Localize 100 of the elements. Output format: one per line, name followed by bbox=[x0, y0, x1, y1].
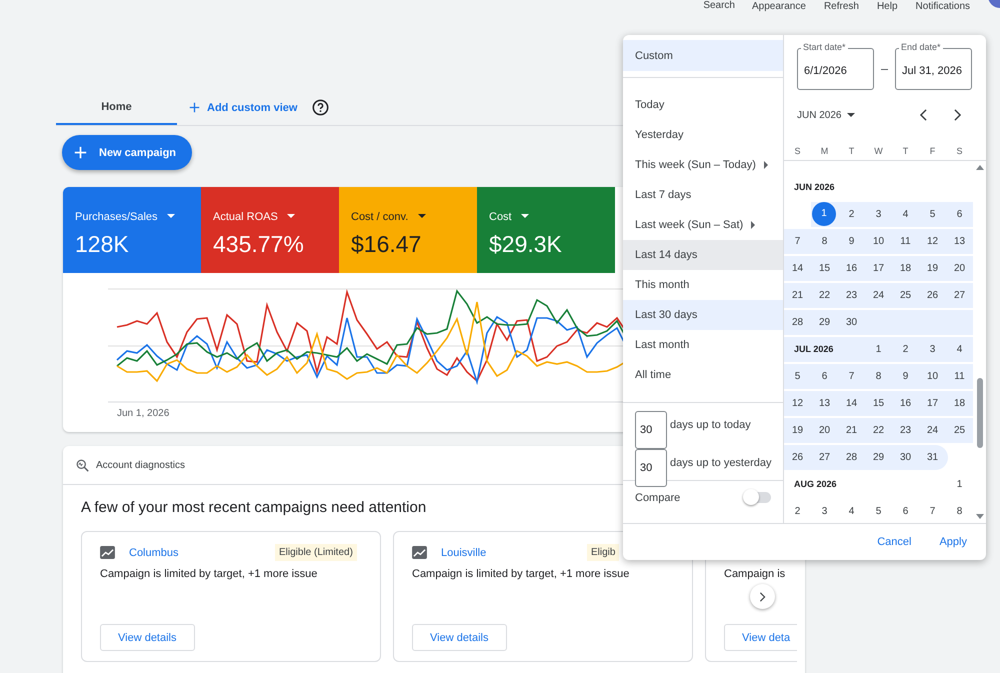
calendar-day[interactable]: 4 bbox=[946, 337, 973, 362]
calendar-day[interactable]: 30 bbox=[892, 445, 919, 470]
scroll-up-icon[interactable] bbox=[976, 165, 984, 170]
calendar-day[interactable]: 18 bbox=[892, 256, 919, 281]
calendar-day[interactable]: 20 bbox=[946, 256, 973, 281]
calendar-day[interactable]: 17 bbox=[865, 256, 892, 281]
calendar-day[interactable]: 12 bbox=[784, 391, 811, 416]
calendar-day[interactable]: 19 bbox=[784, 418, 811, 443]
calendar-day[interactable]: 1 bbox=[865, 337, 892, 362]
calendar-day[interactable]: 22 bbox=[865, 418, 892, 443]
calendar-day[interactable]: 29 bbox=[865, 445, 892, 470]
calendar-day[interactable]: 1 bbox=[946, 472, 973, 497]
calendar-day[interactable]: 27 bbox=[811, 445, 838, 470]
calendar-day[interactable]: 3 bbox=[919, 337, 946, 362]
calendar-day[interactable]: 27 bbox=[946, 283, 973, 308]
apply-button[interactable]: Apply bbox=[939, 536, 967, 548]
top-menu-item[interactable]: Help bbox=[876, 1, 898, 13]
month-dropdown[interactable]: JUN 2026 bbox=[797, 110, 856, 120]
calendar-day[interactable]: 23 bbox=[838, 283, 865, 308]
calendar-day[interactable]: 21 bbox=[784, 283, 811, 308]
calendar-day[interactable]: 10 bbox=[919, 364, 946, 389]
calendar-day[interactable]: 10 bbox=[865, 229, 892, 254]
preset-option[interactable]: This week (Sun – Today) bbox=[623, 150, 783, 180]
calendar-day[interactable]: 7 bbox=[919, 499, 946, 523]
calendar-day[interactable]: 14 bbox=[838, 391, 865, 416]
calendar-day[interactable]: 13 bbox=[946, 229, 973, 254]
calendar-day[interactable]: 25 bbox=[892, 283, 919, 308]
campaign-link[interactable]: Columbus bbox=[129, 546, 275, 558]
preset-option[interactable]: Last 30 days bbox=[623, 300, 783, 330]
calendar-day[interactable]: 29 bbox=[811, 310, 838, 335]
top-menu-item[interactable]: Notifications bbox=[916, 1, 970, 13]
view-details-button[interactable]: View deta bbox=[724, 624, 797, 651]
metric-tile[interactable]: Purchases/Sales 128K bbox=[63, 187, 201, 273]
calendar-day[interactable]: 2 bbox=[784, 499, 811, 523]
chevron-right-icon[interactable] bbox=[953, 109, 962, 121]
calendar-day[interactable]: 18 bbox=[946, 391, 973, 416]
calendar-day[interactable]: 6 bbox=[946, 202, 973, 227]
scroll-down-icon[interactable] bbox=[976, 514, 984, 519]
calendar-day[interactable]: 19 bbox=[919, 256, 946, 281]
calendar-day[interactable]: 5 bbox=[784, 364, 811, 389]
calendar-day[interactable]: 21 bbox=[838, 418, 865, 443]
calendar-day[interactable]: 23 bbox=[892, 418, 919, 443]
tab[interactable]: Home bbox=[56, 90, 177, 125]
calendar-day[interactable]: 13 bbox=[811, 391, 838, 416]
calendar-day[interactable]: 8 bbox=[811, 229, 838, 254]
calendar-day[interactable]: 14 bbox=[784, 256, 811, 281]
calendar-day[interactable]: 4 bbox=[892, 202, 919, 227]
calendar-day[interactable]: 16 bbox=[838, 256, 865, 281]
cancel-button[interactable]: Cancel bbox=[877, 536, 912, 548]
calendar-day[interactable]: 24 bbox=[919, 418, 946, 443]
add-view-link[interactable]: Add custom view bbox=[189, 102, 298, 114]
calendar-day[interactable]: 26 bbox=[919, 283, 946, 308]
calendar-day[interactable]: 31 bbox=[919, 445, 946, 470]
calendar-day[interactable]: 28 bbox=[838, 445, 865, 470]
preset-option[interactable]: Last 7 days bbox=[623, 180, 783, 210]
top-menu-item[interactable]: Refresh bbox=[824, 1, 859, 13]
calendar-day[interactable]: 30 bbox=[838, 310, 865, 335]
calendar-day[interactable]: 20 bbox=[811, 418, 838, 443]
calendar-day[interactable]: 5 bbox=[865, 499, 892, 523]
preset-option[interactable]: Custom bbox=[623, 40, 783, 71]
calendar-day[interactable]: 8 bbox=[865, 364, 892, 389]
calendar-day[interactable]: 8 bbox=[946, 499, 973, 523]
calendar-day[interactable]: 11 bbox=[892, 229, 919, 254]
calendar-day[interactable]: 2 bbox=[892, 337, 919, 362]
metric-tile[interactable]: Cost / conv. $16.47 bbox=[339, 187, 477, 273]
calendar-day[interactable]: 16 bbox=[892, 391, 919, 416]
view-details-button[interactable]: View details bbox=[100, 624, 194, 651]
calendar-day[interactable]: 5 bbox=[919, 202, 946, 227]
calendar-day[interactable]: 24 bbox=[865, 283, 892, 308]
preset-option[interactable]: Today bbox=[623, 90, 783, 120]
calendar-day[interactable]: 6 bbox=[811, 364, 838, 389]
calendar-day[interactable]: 22 bbox=[811, 283, 838, 308]
days-input[interactable]: 30 bbox=[635, 411, 667, 449]
calendar-day[interactable]: 12 bbox=[919, 229, 946, 254]
top-menu-item[interactable]: Search bbox=[703, 0, 735, 12]
calendar-day[interactable]: 3 bbox=[865, 202, 892, 227]
calendar-day[interactable]: 9 bbox=[892, 364, 919, 389]
calendar-day[interactable]: 15 bbox=[865, 391, 892, 416]
preset-option[interactable]: All time bbox=[623, 360, 783, 390]
new-campaign-button[interactable]: New campaign bbox=[62, 135, 192, 170]
help-icon[interactable] bbox=[312, 99, 330, 116]
preset-option[interactable]: Last month bbox=[623, 330, 783, 360]
calendar-day[interactable]: 6 bbox=[892, 499, 919, 523]
preset-option[interactable]: Last week (Sun – Sat) bbox=[623, 210, 783, 240]
calendar-day[interactable]: 3 bbox=[811, 499, 838, 523]
days-input[interactable]: 30 bbox=[635, 449, 667, 487]
preset-option[interactable]: Last 14 days bbox=[623, 240, 783, 270]
calendar-day[interactable]: 15 bbox=[811, 256, 838, 281]
compare-toggle[interactable] bbox=[745, 492, 771, 503]
next-button[interactable] bbox=[750, 584, 775, 609]
calendar-day[interactable]: 28 bbox=[784, 310, 811, 335]
calendar-day[interactable]: 9 bbox=[838, 229, 865, 254]
metric-tile[interactable]: Cost $29.3K bbox=[477, 187, 615, 273]
calendar-day[interactable]: 11 bbox=[946, 364, 973, 389]
chevron-left-icon[interactable] bbox=[919, 109, 928, 121]
calendar-day[interactable]: 7 bbox=[784, 229, 811, 254]
scrollbar-thumb[interactable] bbox=[977, 378, 983, 448]
calendar-day[interactable]: 2 bbox=[838, 202, 865, 227]
calendar-day[interactable]: 25 bbox=[946, 418, 973, 443]
campaign-link[interactable]: Louisville bbox=[441, 546, 587, 558]
